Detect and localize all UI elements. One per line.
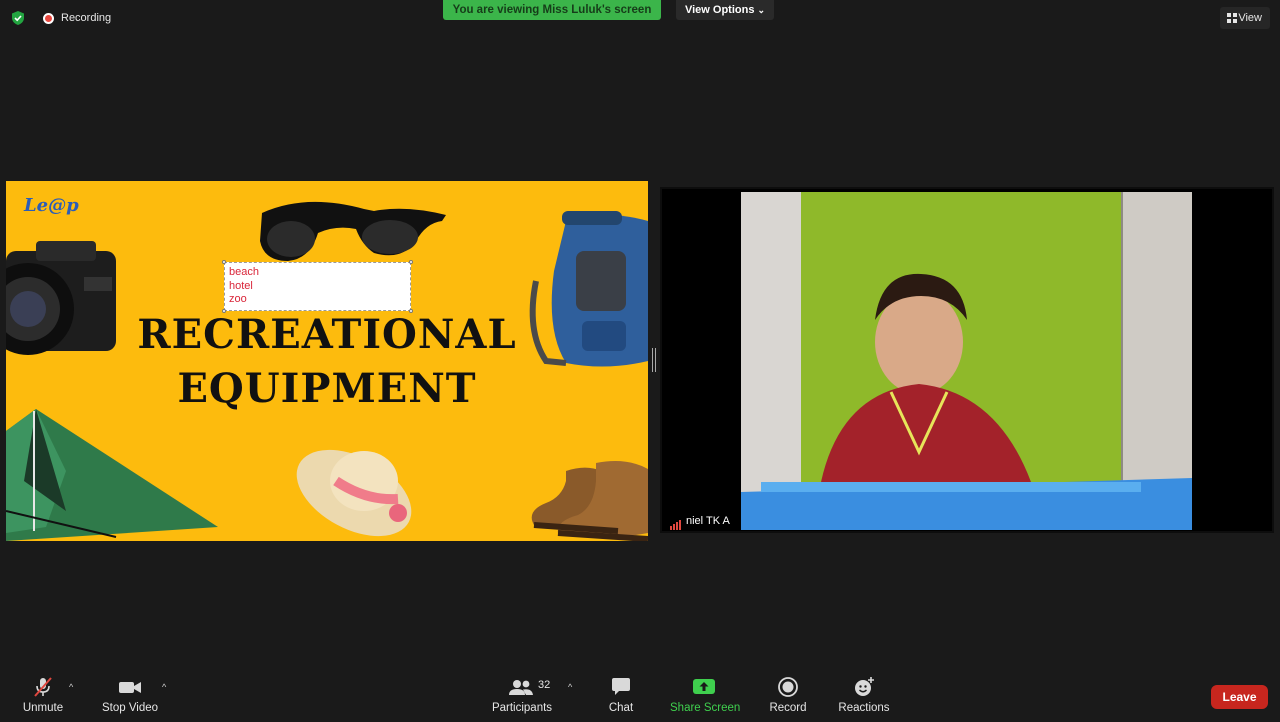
record-label: Record	[769, 702, 807, 714]
viewing-screen-banner: You are viewing Miss Luluk's screen	[443, 0, 661, 20]
reactions-button[interactable]: Reactions	[836, 676, 892, 714]
muted-microphone-icon	[34, 677, 52, 697]
leap-logo: Le@p	[24, 195, 79, 216]
participants-count: 32	[538, 679, 551, 691]
leave-button[interactable]: Leave	[1211, 685, 1268, 709]
participant-name-tag: niel TK A	[666, 512, 736, 531]
view-label: View	[1238, 12, 1262, 24]
view-button[interactable]: View	[1220, 7, 1270, 29]
participant-video-image	[741, 192, 1192, 530]
textbox-line: hotel	[229, 279, 253, 292]
stop-video-label: Stop Video	[101, 702, 159, 714]
tent-image	[6, 409, 218, 541]
chat-button[interactable]: Chat	[603, 676, 639, 714]
sun-hat-image	[296, 449, 412, 537]
textbox-line: beach	[229, 266, 259, 278]
annotation-textbox[interactable]: beach hotel zoo	[222, 260, 413, 313]
shared-screen-slide[interactable]: Le@p beach hotel zoo RECREATIONAL EQUIPM…	[6, 181, 648, 541]
share-screen-label: Share Screen	[670, 702, 741, 714]
participants-icon	[509, 680, 533, 695]
security-shield-icon[interactable]	[10, 10, 26, 26]
chat-bubble-icon	[612, 678, 630, 695]
textbox-line: zoo	[229, 293, 247, 305]
reactions-smiley-icon	[855, 677, 874, 696]
video-options-caret-icon[interactable]: ^	[162, 682, 166, 692]
view-options-label: View Options	[684, 4, 755, 16]
resize-handle[interactable]	[222, 260, 226, 264]
audio-options-caret-icon[interactable]: ^	[69, 682, 73, 692]
recording-label[interactable]: Recording	[61, 12, 111, 24]
participant-video-feed	[741, 192, 1192, 530]
signal-strength-icon	[670, 512, 682, 531]
participants-options-caret-icon[interactable]: ^	[568, 682, 572, 692]
sunglasses-image	[260, 201, 446, 261]
top-bar: Recording You are viewing Miss Luluk's s…	[0, 0, 1280, 36]
share-screen-icon	[693, 679, 715, 694]
reactions-label: Reactions	[838, 702, 890, 714]
resize-handle[interactable]	[409, 260, 413, 264]
meeting-toolbar: Unmute ^ Stop Video ^ Participants 32 ^ …	[0, 668, 1280, 722]
boots-image	[531, 461, 648, 541]
chat-label: Chat	[608, 702, 634, 714]
participant-name: niel TK A	[686, 515, 730, 527]
video-camera-icon	[119, 682, 141, 693]
split-view-divider[interactable]	[652, 348, 656, 372]
participants-label: Participants	[491, 702, 553, 714]
stop-video-button[interactable]: Stop Video	[100, 676, 160, 714]
record-icon	[778, 677, 798, 697]
unmute-button[interactable]: Unmute	[20, 676, 66, 714]
grid-view-icon	[1227, 13, 1237, 23]
record-button[interactable]: Record	[766, 676, 810, 714]
slide-title-line2: EQUIPMENT	[177, 365, 477, 412]
share-screen-button[interactable]: Share Screen	[670, 676, 741, 714]
slide-title-line1: RECREATIONAL	[137, 311, 517, 358]
slide-illustrations	[6, 201, 648, 541]
recording-dot-icon	[43, 13, 54, 24]
chevron-down-icon: ⌄	[757, 5, 766, 15]
view-options-button[interactable]: View Options ⌄	[676, 0, 774, 20]
unmute-label: Unmute	[22, 702, 64, 714]
